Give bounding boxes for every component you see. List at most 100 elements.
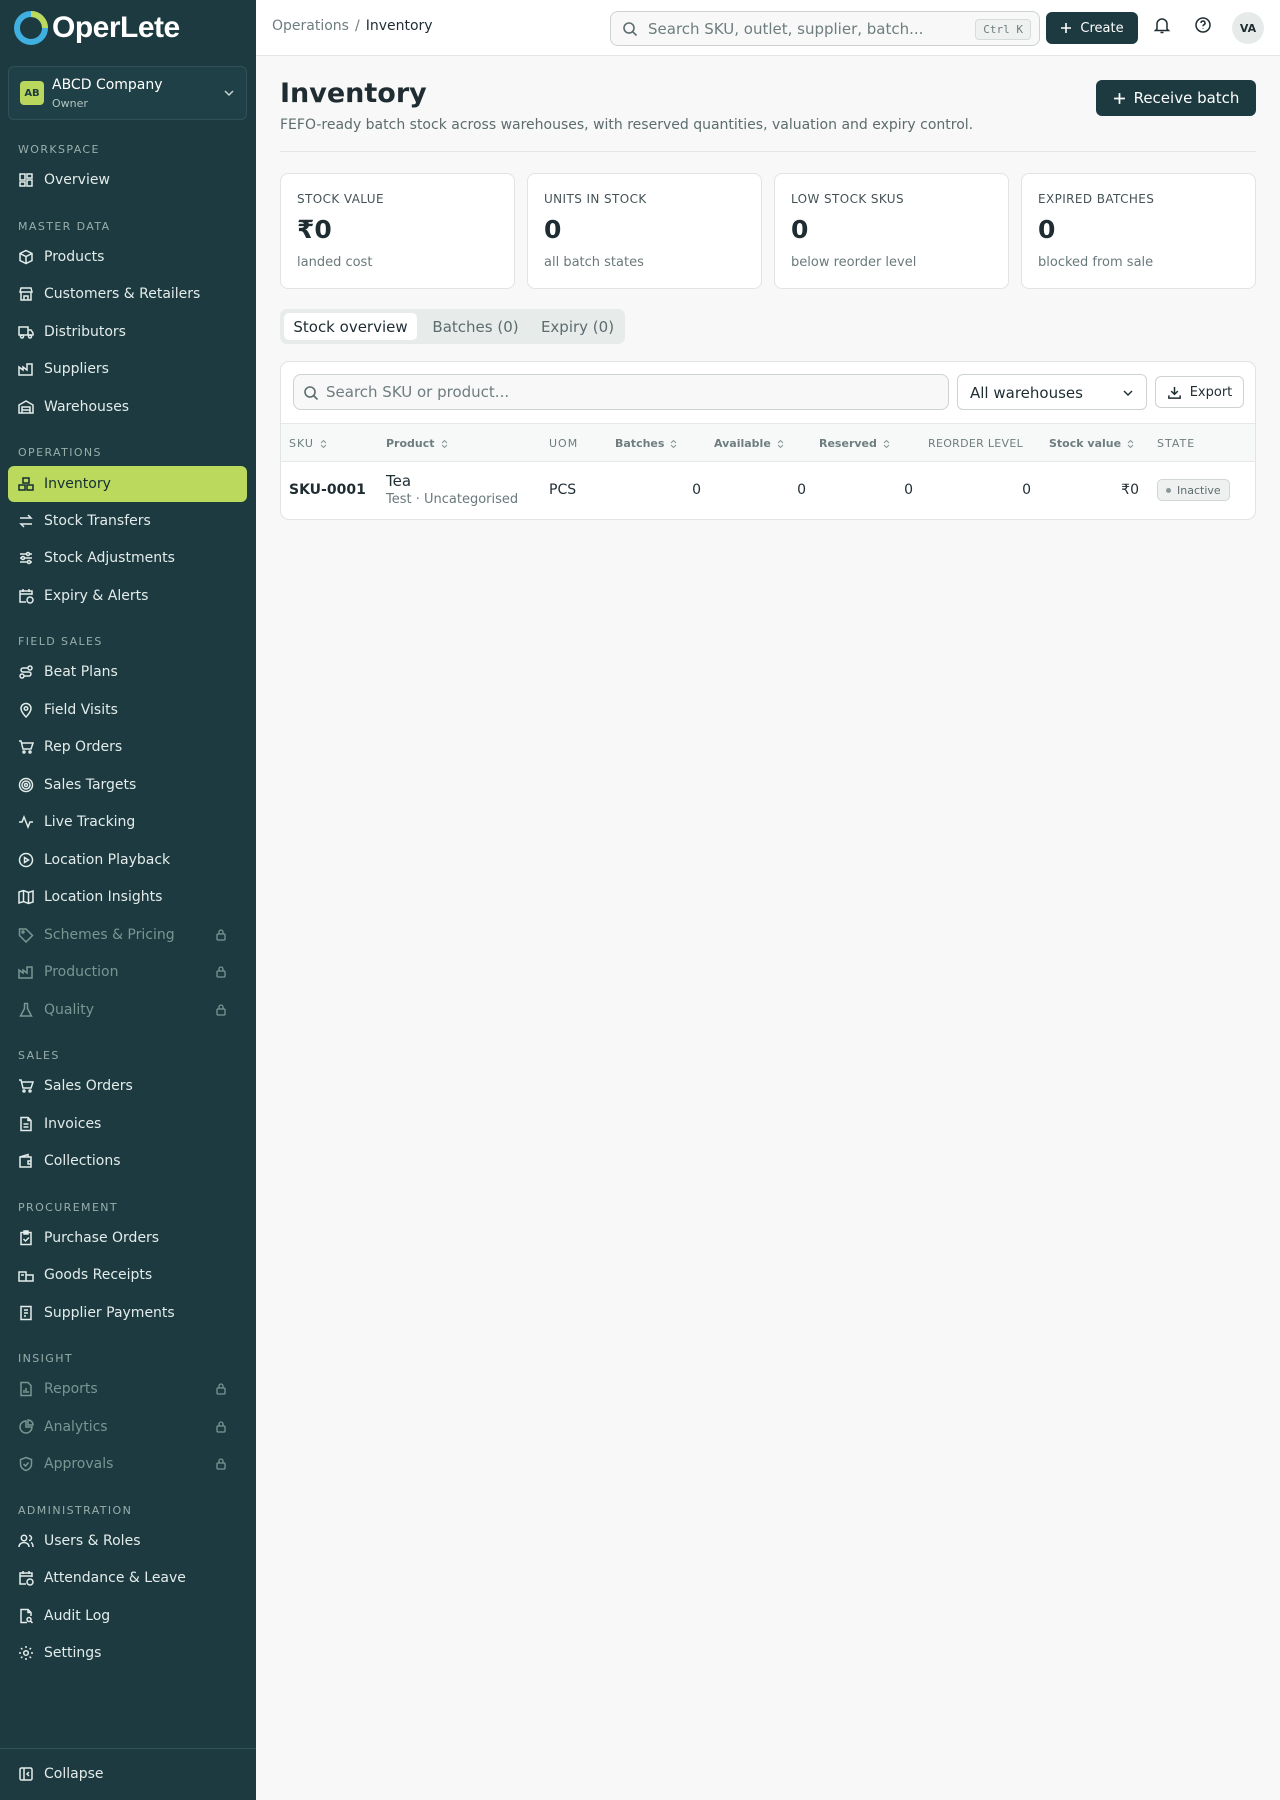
sidebar-item-field-visits[interactable]: Field Visits <box>8 692 247 728</box>
col-batches[interactable]: Batches <box>615 437 677 450</box>
cell-stock-value: ₹0 <box>1121 482 1139 498</box>
bell-icon[interactable] <box>1153 16 1171 34</box>
sidebar-item-quality[interactable]: Quality <box>8 992 247 1028</box>
sidebar-item-users-roles[interactable]: Users & Roles <box>8 1523 247 1559</box>
sidebar-item-stock-adjustments[interactable]: Stock Adjustments <box>8 540 247 576</box>
kpi-stock-value: STOCK VALUE ₹0 landed cost <box>280 173 515 289</box>
cart-icon <box>19 1079 34 1093</box>
help-icon[interactable] <box>1194 16 1212 34</box>
brand-name: OperLete <box>52 11 180 44</box>
sidebar-item-analytics[interactable]: Analytics <box>8 1409 247 1445</box>
chevron-down-icon <box>224 90 234 97</box>
sidebar-item-location-insights[interactable]: Location Insights <box>8 879 247 915</box>
sidebar-item-supplier-payments[interactable]: Supplier Payments <box>8 1295 247 1331</box>
sidebar-item-distributors[interactable]: Distributors <box>8 314 247 350</box>
company-name: ABCD Company <box>52 77 163 93</box>
sidebar-item-overview[interactable]: Overview <box>8 162 247 198</box>
sidebar-item-customers[interactable]: Customers & Retailers <box>8 276 247 312</box>
sidebar-item-collections[interactable]: Collections <box>8 1143 247 1179</box>
inventory-table-card: Search SKU or product... All warehouses … <box>280 361 1256 520</box>
sidebar-item-sales-targets[interactable]: Sales Targets <box>8 767 247 803</box>
sidebar-item-goods-receipts[interactable]: Goods Receipts <box>8 1257 247 1293</box>
cell-sku[interactable]: SKU-0001 <box>289 482 366 498</box>
factory-icon <box>18 363 33 376</box>
col-reorder-level: REORDER LEVEL <box>928 437 1024 450</box>
breadcrumb: Operations / Inventory <box>272 18 433 34</box>
transfer-icon <box>19 514 33 528</box>
map-icon <box>18 889 34 905</box>
col-product[interactable]: Product <box>386 437 448 450</box>
pie-chart-icon <box>19 1419 34 1434</box>
breadcrumb-separator: / <box>354 18 360 34</box>
sidebar-item-beat-plans[interactable]: Beat Plans <box>8 654 247 690</box>
table-search-placeholder: Search SKU or product... <box>326 383 510 401</box>
flask-icon <box>19 1002 33 1017</box>
section-master-data: MASTER DATA <box>18 220 111 233</box>
sidebar-item-production[interactable]: Production <box>8 954 247 990</box>
route-icon <box>19 665 33 679</box>
box-icon <box>19 249 33 265</box>
status-badge: Inactive <box>1157 479 1230 501</box>
user-avatar[interactable]: VA <box>1232 12 1264 44</box>
sidebar-item-purchase-orders[interactable]: Purchase Orders <box>8 1220 247 1256</box>
col-sku[interactable]: SKU <box>289 437 327 450</box>
cell-uom: PCS <box>549 482 577 498</box>
sidebar-item-audit-log[interactable]: Audit Log <box>8 1598 247 1634</box>
sidebar-item-schemes-pricing[interactable]: Schemes & Pricing <box>8 917 247 953</box>
global-search-placeholder: Search SKU, outlet, supplier, batch... <box>648 20 924 38</box>
company-switcher[interactable]: AB ABCD Company Owner <box>8 66 247 120</box>
sort-icon <box>777 439 784 448</box>
col-reserved[interactable]: Reserved <box>819 437 890 450</box>
sidebar-item-reports[interactable]: Reports <box>8 1371 247 1407</box>
warehouse-icon <box>18 400 34 414</box>
col-stock-value[interactable]: Stock value <box>1049 437 1134 450</box>
calendar-check-icon <box>19 1571 34 1586</box>
sidebar-item-location-playback[interactable]: Location Playback <box>8 842 247 878</box>
page-title: Inventory <box>280 78 427 109</box>
sidebar-item-expiry-alerts[interactable]: Expiry & Alerts <box>8 578 247 614</box>
sidebar-item-inventory[interactable]: Inventory <box>8 466 247 502</box>
status-dot <box>1166 487 1171 493</box>
collapse-button[interactable]: Collapse <box>8 1756 247 1792</box>
wallet-icon <box>19 1153 32 1168</box>
col-available[interactable]: Available <box>714 437 784 450</box>
sidebar-item-attendance-leave[interactable]: Attendance & Leave <box>8 1560 247 1596</box>
tab-stock-overview[interactable]: Stock overview <box>284 313 417 340</box>
sidebar-item-rep-orders[interactable]: Rep Orders <box>8 729 247 765</box>
sidebar-item-sales-orders[interactable]: Sales Orders <box>8 1068 247 1104</box>
sidebar-item-approvals[interactable]: Approvals <box>8 1446 247 1482</box>
breadcrumb-operations[interactable]: Operations <box>272 18 349 34</box>
logo-icon <box>14 11 48 45</box>
store-icon <box>19 287 33 301</box>
cell-reserved: 0 <box>904 482 913 498</box>
sidebar-item-warehouses[interactable]: Warehouses <box>8 389 247 425</box>
brand-logo[interactable]: OperLete <box>14 11 180 45</box>
sidebar-item-invoices[interactable]: Invoices <box>8 1106 247 1142</box>
calendar-clock-icon <box>19 589 34 604</box>
page-subtitle: FEFO-ready batch stock across warehouses… <box>280 117 974 133</box>
sidebar-item-stock-transfers[interactable]: Stock Transfers <box>8 503 247 539</box>
clipboard-icon <box>20 1230 32 1246</box>
package-icon <box>18 1271 34 1282</box>
cart-icon <box>19 740 34 754</box>
global-search[interactable]: Search SKU, outlet, supplier, batch... C… <box>610 11 1040 46</box>
create-button[interactable]: Create <box>1046 12 1138 44</box>
tab-batches[interactable]: Batches (0) <box>419 313 532 340</box>
warehouse-select[interactable]: All warehouses <box>957 374 1147 410</box>
sidebar-item-suppliers[interactable]: Suppliers <box>8 351 247 387</box>
lock-icon <box>216 966 226 978</box>
export-button[interactable]: Export <box>1155 376 1244 408</box>
tab-expiry[interactable]: Expiry (0) <box>534 313 621 340</box>
users-icon <box>18 1534 34 1548</box>
table-search-input[interactable]: Search SKU or product... <box>293 374 949 410</box>
sidebar-item-settings[interactable]: Settings <box>8 1635 247 1671</box>
sort-icon <box>671 439 677 448</box>
sort-icon <box>883 439 890 448</box>
sidebar: OperLete AB ABCD Company Owner WORKSPACE… <box>0 0 256 1800</box>
receive-batch-button[interactable]: Receive batch <box>1096 80 1256 116</box>
sidebar-item-products[interactable]: Products <box>8 239 247 275</box>
search-icon <box>304 386 319 401</box>
sidebar-item-live-tracking[interactable]: Live Tracking <box>8 804 247 840</box>
section-workspace: WORKSPACE <box>18 143 100 156</box>
download-icon <box>1167 386 1181 399</box>
